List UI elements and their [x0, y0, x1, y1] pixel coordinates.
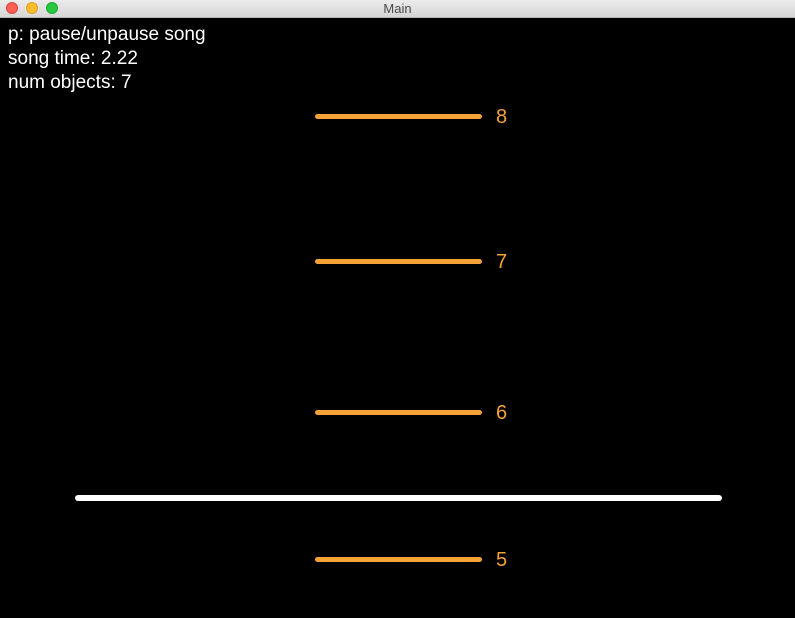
title-bar[interactable]: Main	[0, 0, 795, 18]
note-bar	[315, 259, 482, 264]
note-bar	[315, 557, 482, 562]
num-objects-text: num objects: 7	[8, 72, 132, 93]
note-label: 7	[496, 251, 508, 273]
pause-hint-text: p: pause/unpause song	[8, 24, 206, 45]
app-window: Main p: pause/unpause song song time: 2.…	[0, 0, 795, 618]
window-title: Main	[383, 1, 412, 16]
hit-line	[75, 495, 722, 501]
note-label: 8	[496, 106, 508, 128]
note-label: 6	[496, 402, 508, 424]
song-time-text: song time: 2.22	[8, 48, 138, 69]
note-bar	[315, 114, 482, 119]
note-bar	[315, 410, 482, 415]
note-label: 5	[496, 549, 508, 571]
game-canvas[interactable]: p: pause/unpause song song time: 2.22 nu…	[0, 18, 795, 618]
